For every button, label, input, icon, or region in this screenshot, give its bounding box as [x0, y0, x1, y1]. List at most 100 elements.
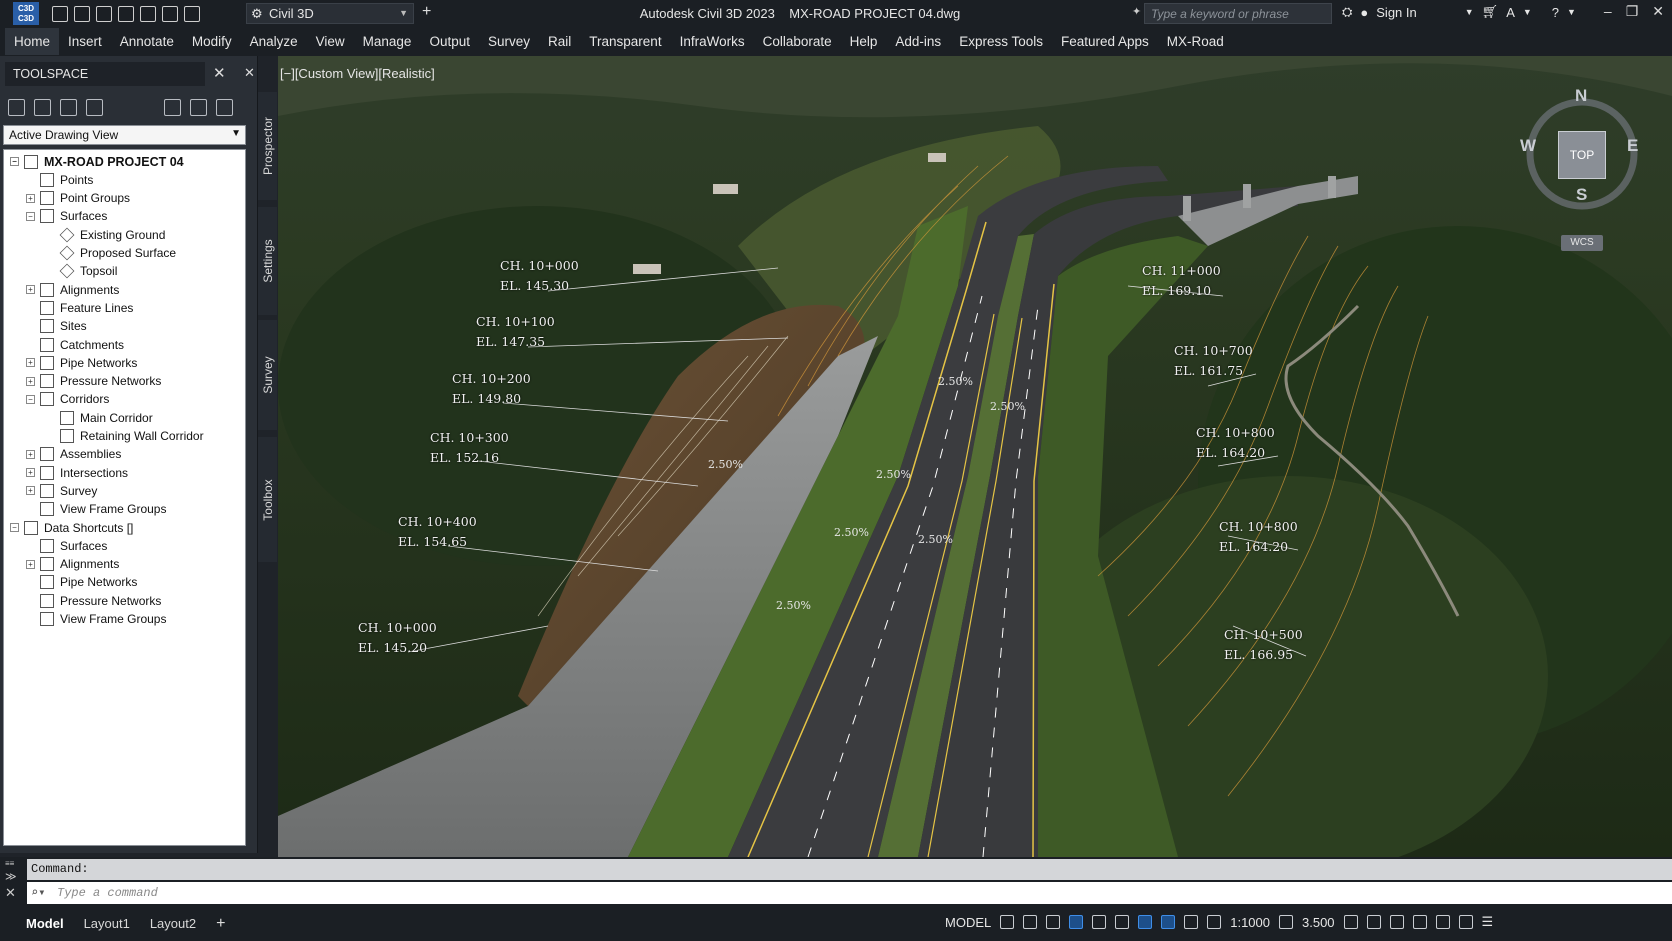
search-expand-icon[interactable]: ✦: [1132, 5, 1141, 18]
tree-item[interactable]: − Corridors: [26, 390, 109, 409]
close-icon[interactable]: ✕: [213, 64, 226, 82]
settings-icon[interactable]: [86, 99, 103, 116]
tree-item[interactable]: Retaining Wall Corridor: [60, 427, 204, 446]
menu-mx-road[interactable]: MX-Road: [1158, 28, 1233, 55]
tree-item[interactable]: Proposed Surface: [59, 244, 176, 263]
menu-view[interactable]: View: [307, 28, 354, 55]
find-icon[interactable]: [34, 99, 51, 116]
elevation-value[interactable]: 3.500: [1302, 915, 1335, 930]
restore-icon[interactable]: ❐: [1626, 3, 1639, 20]
tree-item[interactable]: View Frame Groups: [40, 500, 166, 519]
tree-item[interactable]: Main Corridor: [60, 408, 153, 427]
chevron-down-icon[interactable]: ▼: [1465, 7, 1474, 17]
side-tab-prospector[interactable]: Prospector: [258, 92, 277, 200]
tree-item[interactable]: + Pressure Networks: [26, 372, 161, 391]
command-prompt-icon[interactable]: ⌕▾: [31, 885, 45, 900]
isolate-objects-icon[interactable]: [1389, 915, 1404, 929]
catalog-icon[interactable]: [190, 99, 207, 116]
add-layout-icon[interactable]: +: [206, 915, 235, 933]
collapse-icon[interactable]: −: [10, 523, 19, 532]
tree-item[interactable]: Surfaces: [40, 536, 107, 555]
object-snap-tracking-icon[interactable]: [1115, 915, 1130, 929]
user-icon[interactable]: ●: [1360, 5, 1368, 20]
menu-output[interactable]: Output: [420, 28, 479, 55]
auto-scale-icon[interactable]: [1184, 915, 1199, 929]
tree-item[interactable]: + Alignments: [26, 555, 119, 574]
menu-featured-apps[interactable]: Featured Apps: [1052, 28, 1158, 55]
tab-layout1[interactable]: Layout1: [74, 913, 140, 934]
menu-annotate[interactable]: Annotate: [111, 28, 183, 55]
menu-collaborate[interactable]: Collaborate: [754, 28, 841, 55]
search-input[interactable]: Type a keyword or phrase: [1144, 3, 1332, 24]
menu-survey[interactable]: Survey: [479, 28, 539, 55]
command-line-handle[interactable]: ≡≡ ≫ ✕: [5, 859, 25, 904]
tree-item[interactable]: Existing Ground: [59, 225, 165, 244]
toggle-view-icon[interactable]: [8, 99, 25, 116]
menu-insert[interactable]: Insert: [59, 28, 111, 55]
expand-icon[interactable]: +: [26, 376, 35, 386]
close-icon[interactable]: ✕: [244, 65, 255, 81]
tree-item[interactable]: − MX-ROAD PROJECT 04: [10, 152, 184, 171]
tab-layout2[interactable]: Layout2: [140, 913, 206, 934]
grip-icon[interactable]: ≡≡: [5, 859, 25, 868]
menu-infraworks[interactable]: InfraWorks: [671, 28, 754, 55]
side-tab-toolbox[interactable]: Toolbox: [258, 437, 277, 562]
menu-home[interactable]: Home: [5, 28, 60, 55]
polar-icon[interactable]: [1069, 915, 1084, 929]
scale-dropdown[interactable]: 1:1000: [1230, 915, 1270, 930]
drawing-viewport[interactable]: [−][Custom View][Realistic] 2.50% 2.50% …: [278, 56, 1672, 857]
graphics-performance-icon[interactable]: [1412, 915, 1427, 929]
view-select[interactable]: Active Drawing View ▼: [3, 125, 246, 145]
tree-item[interactable]: Pressure Networks: [40, 591, 161, 610]
snap-icon[interactable]: [1023, 915, 1038, 929]
expand-icon[interactable]: +: [26, 559, 35, 569]
expand-icon[interactable]: +: [26, 468, 35, 478]
object-snap-icon[interactable]: [1138, 915, 1153, 929]
menu-help[interactable]: Help: [841, 28, 887, 55]
workspace-switch-icon[interactable]: [1279, 915, 1293, 929]
menu-modify[interactable]: Modify: [183, 28, 241, 55]
viewport-controls-label[interactable]: [−][Custom View][Realistic]: [280, 66, 435, 81]
menu-add-ins[interactable]: Add-ins: [886, 28, 950, 55]
refresh-icon[interactable]: [60, 99, 77, 116]
tree-item[interactable]: Feature Lines: [40, 298, 133, 317]
sign-in-button[interactable]: Sign In: [1376, 5, 1416, 20]
tree-item[interactable]: + Alignments: [26, 280, 119, 299]
clean-screen-icon[interactable]: [1435, 915, 1450, 929]
hamburger-menu-icon[interactable]: ☰: [1482, 914, 1494, 930]
tree-item[interactable]: + Survey: [26, 481, 97, 500]
side-tab-survey[interactable]: Survey: [258, 320, 277, 430]
tree-item[interactable]: + Intersections: [26, 463, 128, 482]
autodesk-a-icon[interactable]: A: [1506, 5, 1515, 20]
customize-icon[interactable]: [1458, 915, 1473, 929]
expand-icon[interactable]: +: [26, 449, 35, 459]
move-icon[interactable]: [1343, 915, 1358, 929]
tree-item[interactable]: Topsoil: [59, 262, 117, 281]
menu-analyze[interactable]: Analyze: [241, 28, 307, 55]
expand-icon[interactable]: +: [26, 358, 35, 368]
collapse-icon[interactable]: −: [10, 157, 19, 166]
command-input[interactable]: ⌕▾ Type a command: [27, 882, 1672, 904]
tree-item[interactable]: Pipe Networks: [40, 573, 137, 592]
grid-icon[interactable]: [1000, 915, 1015, 929]
tree-item[interactable]: Points: [40, 170, 93, 189]
tree-item[interactable]: − Surfaces: [26, 207, 107, 226]
annotation-scale-icon[interactable]: [1207, 915, 1222, 929]
tree-item[interactable]: View Frame Groups: [40, 610, 166, 629]
side-tab-settings[interactable]: Settings: [258, 207, 277, 315]
isodraft-icon[interactable]: [1092, 915, 1107, 929]
expand-icon[interactable]: +: [26, 285, 35, 295]
ortho-icon[interactable]: [1046, 915, 1061, 929]
link-icon[interactable]: [164, 99, 181, 116]
menu-manage[interactable]: Manage: [354, 28, 421, 55]
help-icon[interactable]: ?: [1552, 5, 1559, 20]
close-icon[interactable]: ✕: [1652, 3, 1664, 20]
cart-icon[interactable]: 🛒︎: [1482, 4, 1499, 20]
menu-rail[interactable]: Rail: [539, 28, 580, 55]
infocenter-icon[interactable]: ⛭: [1342, 4, 1352, 20]
tree-item[interactable]: + Assemblies: [26, 445, 121, 464]
customize-icon[interactable]: ≫: [5, 870, 25, 883]
collapse-icon[interactable]: −: [26, 394, 35, 404]
minimize-icon[interactable]: –: [1604, 3, 1612, 20]
survey-db-icon[interactable]: [216, 99, 233, 116]
